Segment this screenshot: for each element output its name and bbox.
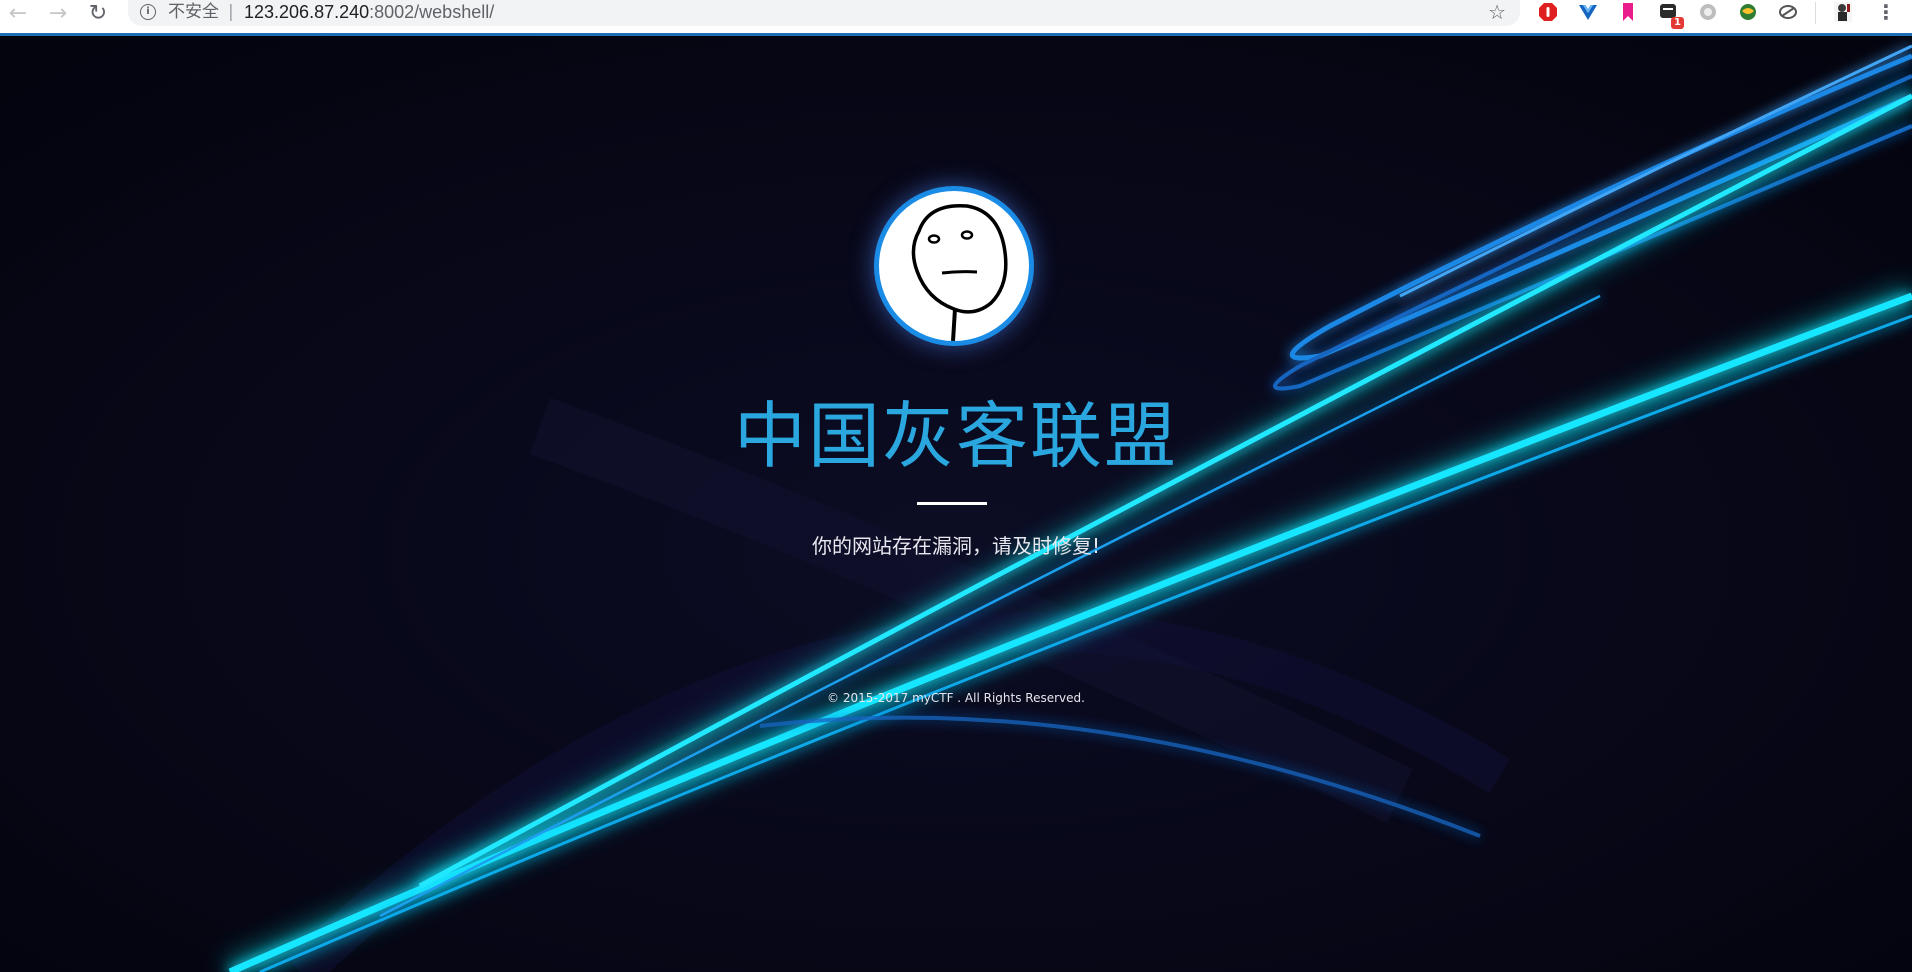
menu-vertical-dots-icon[interactable]: ⋮ [1876,0,1896,26]
bookmark-star-icon[interactable]: ☆ [1488,0,1506,24]
url-text[interactable]: 123.206.87.240:8002/webshell/ [244,1,494,23]
notification-extension-icon[interactable]: 1 [1657,1,1684,29]
warning-subtitle: 你的网站存在漏洞，请及时修复! [811,534,1101,558]
page-title: 中国灰客联盟 [733,394,1178,478]
globe-green-extension-icon[interactable] [1737,1,1759,23]
url-host: 123.206.87.240 [244,2,370,22]
vue-devtools-extension-icon[interactable] [1577,1,1599,23]
copyright-footer: © 2015-2017 myCTF . All Rights Reserved. [827,691,1085,705]
back-arrow-icon[interactable]: ← [4,2,32,26]
url-path: :8002/webshell/ [369,2,495,22]
meme-face-avatar [874,186,1034,346]
page-viewport: 中国灰客联盟 你的网站存在漏洞，请及时修复! © 2015-2017 myCTF… [0,36,1912,972]
url-separator: | [228,2,234,22]
globe-gray-extension-icon[interactable] [1697,1,1719,23]
address-bar[interactable]: i 不安全 | 123.206.87.240:8002/webshell/ ☆ [128,0,1520,26]
forward-arrow-icon[interactable]: → [44,2,72,26]
reload-icon[interactable]: ↻ [84,2,112,26]
feather-extension-icon[interactable] [1777,1,1799,23]
profile-avatar-icon[interactable] [1832,1,1854,23]
bookmark-extension-icon[interactable] [1617,1,1639,23]
title-underline [917,502,987,505]
toolbar-divider [1815,2,1816,24]
extension-badge: 1 [1671,17,1684,29]
poker-face-drawing-icon [911,203,1008,341]
stop-sign-extension-icon[interactable] [1537,1,1559,23]
security-label[interactable]: 不安全 [168,1,219,23]
info-icon[interactable]: i [140,4,156,20]
browser-toolbar: ← → ↻ i 不安全 | 123.206.87.240:8002/webshe… [0,0,1912,36]
